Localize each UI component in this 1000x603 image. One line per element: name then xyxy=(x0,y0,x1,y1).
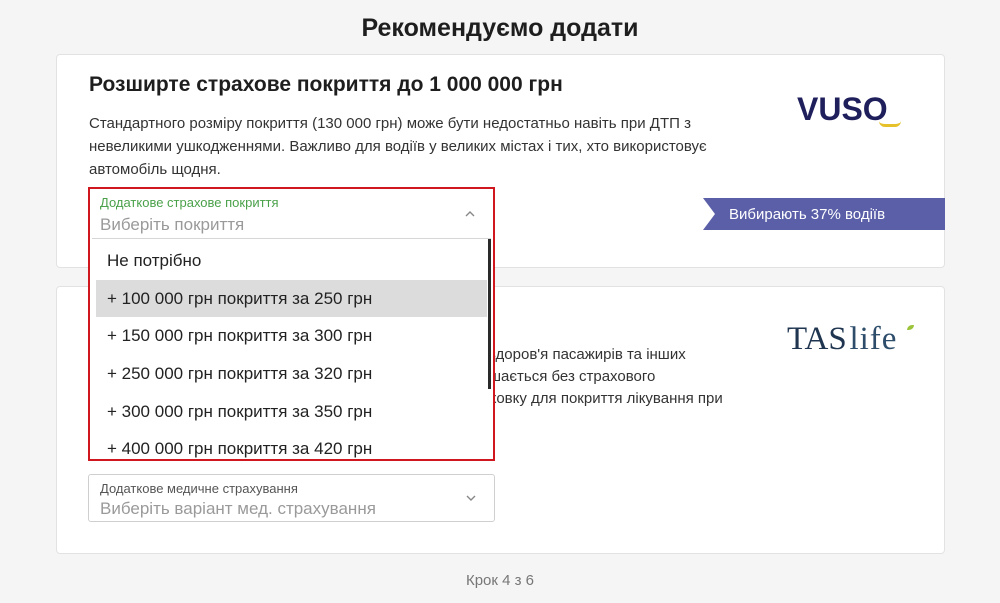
vuso-logo: VUSO xyxy=(797,91,901,128)
step-indicator: Крок 4 з 6 xyxy=(465,572,535,589)
dropdown-option[interactable]: + 300 000 грн покриття за 350 грн xyxy=(96,393,487,430)
medical-card-description: здоров'я пасажирів та інших шається без … xyxy=(489,346,723,407)
chevron-down-icon xyxy=(466,495,476,501)
popularity-ribbon: Вибирають 37% водіїв xyxy=(703,198,945,230)
dropdown-option-highlighted[interactable]: + 100 000 грн покриття за 250 грн xyxy=(96,280,487,317)
coverage-card-description: Стандартного розміру покриття (130 000 г… xyxy=(89,115,707,178)
dropdown-option[interactable]: + 400 000 грн покриття за 420 грн xyxy=(96,430,487,459)
tas-life-logo: TAS life xyxy=(787,321,914,358)
medical-insurance-select[interactable]: Додаткове медичне страхування Виберіть в… xyxy=(88,474,495,522)
medical-select-label: Додаткове медичне страхування xyxy=(100,481,298,496)
coverage-select-label: Додаткове страхове покриття xyxy=(100,195,279,210)
coverage-dropdown-list: Не потрібно + 100 000 грн покриття за 25… xyxy=(92,238,491,459)
leaf-icon xyxy=(907,325,914,330)
dropdown-option[interactable]: + 150 000 грн покриття за 300 грн xyxy=(96,317,487,354)
dropdown-option[interactable]: Не потрібно xyxy=(96,242,487,279)
coverage-card-title: Розширте страхове покриття до 1 000 000 … xyxy=(89,73,563,96)
dropdown-option[interactable]: + 250 000 грн покриття за 320 грн xyxy=(96,355,487,392)
medical-select-placeholder: Виберіть варіант мед. страхування xyxy=(100,499,376,518)
page-title: Рекомендуємо додати xyxy=(361,14,639,42)
coverage-select[interactable]: Додаткове страхове покриття Виберіть пок… xyxy=(88,187,495,461)
dropdown-scrollbar[interactable] xyxy=(488,239,491,389)
logo-swoosh-icon xyxy=(879,121,901,127)
chevron-up-icon xyxy=(465,211,475,217)
coverage-select-placeholder: Виберіть покриття xyxy=(100,215,245,234)
